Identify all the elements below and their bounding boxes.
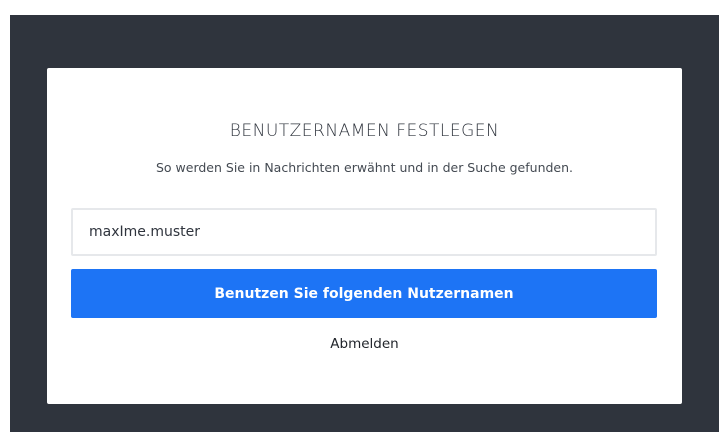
username-input[interactable] — [71, 208, 657, 256]
dialog-title: BENUTZERNAMEN FESTLEGEN — [229, 121, 500, 141]
use-username-button[interactable]: Benutzen Sie folgenden Nutzernamen — [71, 269, 657, 318]
username-dialog: BENUTZERNAMEN FESTLEGEN So werden Sie in… — [47, 68, 682, 404]
logout-link[interactable]: Abmelden — [47, 336, 682, 352]
dialog-subtitle: So werden Sie in Nachrichten erwähnt und… — [155, 160, 574, 175]
